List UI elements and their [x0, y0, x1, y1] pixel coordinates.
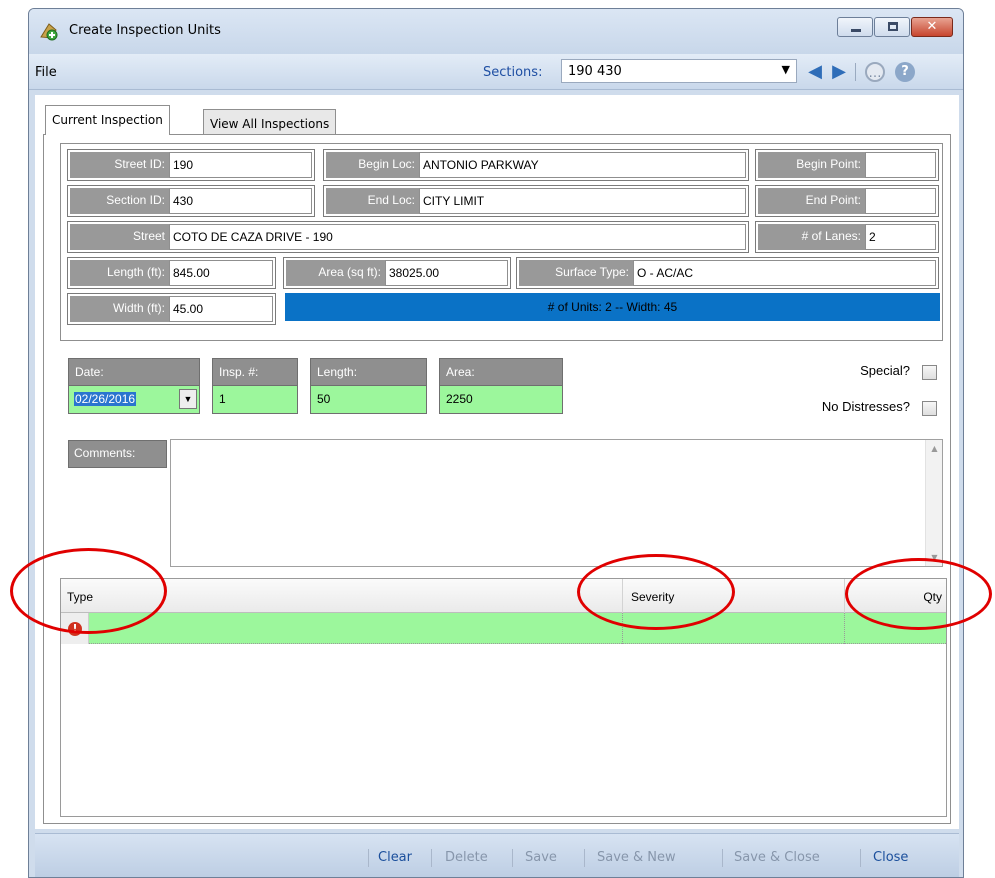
tab-current-inspection[interactable]: Current Inspection [45, 105, 170, 135]
action-separator [512, 849, 513, 867]
annotation-circle-qty [845, 558, 992, 630]
end-loc-label: End Loc: [326, 188, 419, 214]
comments-label: Comments: [68, 440, 167, 468]
surface-type-label: Surface Type: [519, 260, 633, 286]
end-point-value [865, 188, 936, 214]
units-summary-bar: # of Units: 2 -- Width: 45 [285, 293, 940, 321]
distress-grid: Type Severity Qty ! [60, 578, 947, 817]
annotation-circle-severity [577, 554, 735, 630]
comments-scrollbar[interactable]: ▲ ▼ [925, 440, 942, 566]
calendar-dropdown-icon[interactable]: ▼ [179, 389, 197, 409]
lanes-label: # of Lanes: [758, 224, 865, 250]
date-field[interactable]: 02/26/2016 ▼ [68, 386, 200, 414]
area-value: 38025.00 [385, 260, 508, 286]
sections-dropdown[interactable]: 190 430 ▼ [561, 59, 797, 83]
title-bar: Create Inspection Units ✕ [29, 9, 963, 54]
no-distresses-label: No Distresses? [821, 399, 910, 414]
begin-point-label: Begin Point: [758, 152, 865, 178]
window-title: Create Inspection Units [69, 23, 221, 38]
special-label: Special? [860, 363, 910, 378]
comment-icon[interactable]: … [865, 62, 885, 82]
width-label: Width (ft): [70, 296, 169, 322]
chevron-down-icon: ▼ [781, 63, 790, 76]
cell-type[interactable] [89, 613, 623, 644]
delete-button[interactable]: Delete [445, 850, 488, 865]
end-point-label: End Point: [758, 188, 865, 214]
begin-point-value [865, 152, 936, 178]
action-separator [722, 849, 723, 867]
street-id-value: 190 [169, 152, 312, 178]
grid-header: Type Severity Qty [61, 579, 946, 613]
comments-textarea[interactable]: ▲ ▼ [170, 439, 943, 567]
length-label: Length (ft): [70, 260, 169, 286]
insp-number-label: Insp. #: [212, 358, 298, 386]
save-button[interactable]: Save [525, 850, 557, 865]
maximize-icon [888, 22, 898, 31]
action-separator [368, 849, 369, 867]
arrow-left-icon[interactable]: ◀ [805, 62, 825, 82]
action-separator [431, 849, 432, 867]
tab-panel: Street ID: 190 Begin Loc: ANTONIO PARKWA… [43, 134, 951, 824]
minimize-button[interactable] [837, 17, 873, 37]
date-value: 02/26/2016 [74, 392, 137, 406]
lanes-value: 2 [865, 224, 936, 250]
no-distresses-checkbox[interactable] [922, 401, 937, 416]
begin-loc-value: ANTONIO PARKWAY [419, 152, 746, 178]
section-id-value: 430 [169, 188, 312, 214]
insp-area-field[interactable]: 2250 [439, 386, 563, 414]
action-separator [584, 849, 585, 867]
special-checkbox[interactable] [922, 365, 937, 380]
width-value: 45.00 [169, 296, 273, 322]
scroll-up-icon[interactable]: ▲ [926, 440, 943, 457]
insp-number-field[interactable]: 1 [212, 386, 298, 414]
close-icon: ✕ [926, 19, 938, 34]
street-value: COTO DE CAZA DRIVE - 190 [169, 224, 746, 250]
section-info-box: Street ID: 190 Begin Loc: ANTONIO PARKWA… [60, 143, 943, 341]
tab-view-all-inspections[interactable]: View All Inspections [203, 109, 337, 136]
insp-area-label: Area: [439, 358, 563, 386]
create-inspection-units-window: Create Inspection Units ✕ File Sections:… [28, 8, 964, 878]
close-window-button[interactable]: ✕ [911, 17, 953, 37]
arrow-right-icon[interactable]: ▶ [829, 62, 849, 82]
save-close-button[interactable]: Save & Close [734, 850, 820, 865]
app-add-icon [40, 23, 58, 41]
street-id-label: Street ID: [70, 152, 169, 178]
street-label: Street [70, 224, 169, 250]
close-button[interactable]: Close [873, 850, 908, 865]
surface-type-value: O - AC/AC [633, 260, 936, 286]
section-id-label: Section ID: [70, 188, 169, 214]
length-value: 845.00 [169, 260, 273, 286]
window-controls: ✕ [837, 17, 953, 37]
sections-value: 190 430 [568, 64, 622, 79]
sections-label: Sections: [483, 65, 543, 80]
annotation-circle-type [10, 548, 167, 634]
maximize-button[interactable] [874, 17, 910, 37]
end-loc-value: CITY LIMIT [419, 188, 746, 214]
main-panel: Current Inspection View All Inspections … [35, 95, 959, 829]
menu-file[interactable]: File [35, 65, 57, 80]
menu-bar: File Sections: 190 430 ▼ ◀ ▶ … ? [29, 54, 963, 90]
date-label: Date: [68, 358, 200, 386]
table-row[interactable]: ! [61, 613, 946, 644]
action-bar: Clear Delete Save Save & New Save & Clos… [35, 833, 959, 877]
insp-length-field[interactable]: 50 [310, 386, 427, 414]
save-new-button[interactable]: Save & New [597, 850, 676, 865]
insp-length-label: Length: [310, 358, 427, 386]
minimize-icon [851, 29, 861, 32]
action-separator [860, 849, 861, 867]
begin-loc-label: Begin Loc: [326, 152, 419, 178]
area-label: Area (sq ft): [286, 260, 385, 286]
clear-button[interactable]: Clear [378, 850, 412, 865]
toolbar-separator [855, 63, 856, 81]
help-icon[interactable]: ? [895, 62, 915, 82]
